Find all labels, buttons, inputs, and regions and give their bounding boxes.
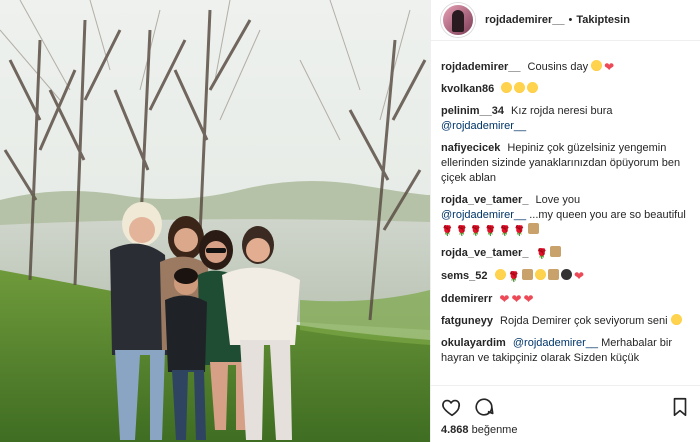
heart-emoji-icon: ❤ [574,269,585,283]
thumbs-emoji-icon [548,269,560,280]
comment-item: fatguneyy Rojda Demirer çok seviyorum se… [441,314,686,329]
rose-emoji-icon: 🌹 [455,226,468,237]
comments-list[interactable]: rojdademirer__ Cousins day ❤ kvolkan86 p… [431,60,700,386]
heart-emoji-icon: ❤ [499,292,510,306]
comment-username[interactable]: okulayardim [441,337,506,349]
comment-mention[interactable]: @rojdademirer__ [441,209,526,221]
heart-eyes-emoji-icon [527,82,539,93]
heart-emoji-icon: ❤ [604,60,615,74]
instagram-post: rojdademirer__ • Takiptesin rojdademirer… [0,0,700,442]
comment-mention[interactable]: @rojdademirer__ [441,120,526,132]
comment-username[interactable]: rojda_ve_tamer_ [441,247,528,259]
rose-emoji-icon: 🌹 [441,226,454,237]
comment-text: Kız rojda neresi bura [511,105,613,117]
heart-outline-icon[interactable] [441,396,463,418]
likes-number: 4.868 [441,424,469,436]
heart-eyes-emoji-icon [501,82,513,93]
comment-text-continued: ...my queen you are so beautiful [529,209,686,221]
comment-username[interactable]: nafiyecicek [441,142,500,154]
dark-emoji-icon [561,269,573,280]
comment-item: rojda_ve_tamer_ 🌹 [441,246,686,262]
rose-emoji-icon: 🌹 [484,226,497,237]
comment-bubble-icon[interactable] [473,396,495,418]
likes-label: beğenme [471,424,518,436]
heart-emoji-icon: ❤ [523,292,534,306]
header-separator: • [568,14,573,26]
comment-item: okulayardim @rojdademirer__ Merhabalar b… [441,336,686,366]
likes-count[interactable]: 4.868 beğenme [441,424,517,436]
rose-emoji-icon: 🌹 [513,226,526,237]
comment-item: sems_52 🌹 ❤ [441,269,686,285]
comment-item: rojda_ve_tamer_ Love you @rojdademirer__… [441,193,686,239]
follow-status[interactable]: Takiptesin [576,14,630,26]
flower-emoji-icon [522,269,534,280]
victory-hand-emoji-icon [591,60,603,71]
avatar[interactable] [441,3,475,37]
post-header: rojdademirer__ • Takiptesin [431,0,700,41]
face-emoji-icon [535,269,547,280]
comment-text: Cousins day [527,61,589,73]
bouquet-emoji-icon [549,246,561,257]
heart-eyes-emoji-icon [514,82,526,93]
heart-eyes-emoji-icon [494,269,506,280]
comment-username[interactable]: rojda_ve_tamer_ [441,194,528,206]
comment-text: Rojda Demirer çok seviyorum seni [500,315,668,327]
rose-emoji-icon: 🌹 [535,249,548,260]
post-photo-image [0,0,430,442]
bouquet-emoji-icon [527,223,539,234]
post-actions: 4.868 beğenme [431,385,700,442]
rose-emoji-icon: 🌹 [469,226,483,237]
comment-item: pelinim__34 Kız rojda neresi bura @rojda… [441,104,686,134]
comment-username[interactable]: pelinim__34 [441,105,504,117]
comment-username[interactable]: ddemirerr [441,293,492,305]
rose-emoji-icon: 🌹 [507,272,521,283]
comment-username[interactable]: fatguneyy [441,315,493,327]
comment-text: Love you [535,194,581,206]
header-username[interactable]: rojdademirer__ [485,14,564,26]
comment-mention[interactable]: @rojdademirer__ [513,337,598,349]
comment-username[interactable]: kvolkan86 [441,83,494,95]
post-side-panel: rojdademirer__ • Takiptesin rojdademirer… [430,0,700,442]
heart-emoji-icon: ❤ [511,292,522,306]
bookmark-icon[interactable] [669,396,691,418]
comment-item: nafiyecicek Hepiniz çok güzelsiniz yenge… [441,141,686,186]
comment-item: kvolkan86 [441,82,686,97]
comment-username[interactable]: rojdademirer__ [441,61,520,73]
comment-item: ddemirerr ❤ ❤ ❤ [441,292,686,307]
comment-username[interactable]: sems_52 [441,270,488,282]
post-photo[interactable] [0,0,430,442]
smile-emoji-icon [670,314,682,325]
rose-emoji-icon: 🌹 [498,226,512,237]
comment-item: rojdademirer__ Cousins day ❤ [441,60,686,75]
